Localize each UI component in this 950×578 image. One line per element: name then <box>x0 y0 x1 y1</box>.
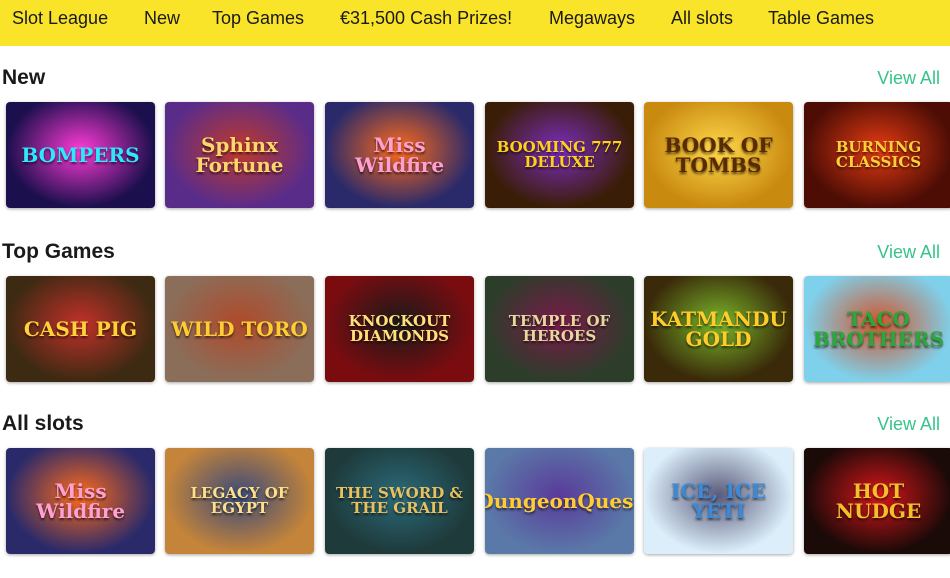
game-title: Miss Wildfire <box>35 479 126 523</box>
game-title: BOMPERS <box>21 143 140 167</box>
section-title: New <box>2 66 46 89</box>
game-tile[interactable]: KNOCKOUT DIAMONDS <box>325 276 474 382</box>
top-navigation-bar: Slot League New Top Games €31,500 Cash Priz… <box>0 0 950 46</box>
game-title: HOT NUDGE <box>835 479 922 523</box>
game-title: THE SWORD & THE GRAIL <box>336 484 463 517</box>
game-title: WILD TORO <box>171 317 308 341</box>
game-tile[interactable]: KATMANDU GOLD <box>644 276 793 382</box>
game-tile[interactable]: BOOK OF TOMBS <box>644 102 793 208</box>
view-all-link[interactable]: View All <box>877 414 940 435</box>
game-title: BOOK OF TOMBS <box>664 133 773 177</box>
nav-item-31-500-cash-prizes[interactable]: €31,500 Cash Prizes! <box>340 8 512 29</box>
nav-item-top-games[interactable]: Top Games <box>212 8 304 29</box>
game-tile[interactable]: BOOMING 777 DELUXE <box>485 102 634 208</box>
game-title: CASH PIG <box>23 317 138 341</box>
game-title: Miss Wildfire <box>354 133 445 177</box>
game-title: LEGACY OF EGYPT <box>190 484 289 517</box>
nav-item-megaways[interactable]: Megaways <box>549 8 635 29</box>
game-tile[interactable]: Sphinx Fortune <box>165 102 314 208</box>
game-tile[interactable]: THE SWORD & THE GRAIL <box>325 448 474 554</box>
game-tile[interactable]: TEMPLE OF HEROES <box>485 276 634 382</box>
game-tile[interactable]: Miss Wildfire <box>325 102 474 208</box>
nav-item-table-games[interactable]: Table Games <box>768 8 874 29</box>
game-tile[interactable]: BOMPERS <box>6 102 155 208</box>
game-tile[interactable]: WILD TORO <box>165 276 314 382</box>
game-tile[interactable]: HOT NUDGE <box>804 448 950 554</box>
game-tile[interactable]: ICE, ICE YETI <box>644 448 793 554</box>
game-title: BOOMING 777 DELUXE <box>496 138 623 171</box>
game-tile[interactable]: LEGACY OF EGYPT <box>165 448 314 554</box>
nav-item-new[interactable]: New <box>144 8 180 29</box>
game-tile[interactable]: DungeonQuest <box>485 448 634 554</box>
game-tile[interactable]: BURNING CLASSICS <box>804 102 950 208</box>
game-title: KNOCKOUT DIAMONDS <box>348 312 451 345</box>
game-title: DungeonQuest <box>485 489 634 513</box>
nav-item-all-slots[interactable]: All slots <box>671 8 733 29</box>
game-title: TEMPLE OF HEROES <box>508 312 611 345</box>
game-tile[interactable]: CASH PIG <box>6 276 155 382</box>
game-title: ICE, ICE YETI <box>671 479 766 523</box>
game-tile[interactable]: TACO BROTHERS <box>804 276 950 382</box>
section-title: All slots <box>2 412 84 435</box>
view-all-link[interactable]: View All <box>877 68 940 89</box>
game-title: TACO BROTHERS <box>812 307 945 351</box>
section-title: Top Games <box>2 240 115 263</box>
game-title: Sphinx Fortune <box>195 133 284 177</box>
game-title: KATMANDU GOLD <box>650 307 787 351</box>
view-all-link[interactable]: View All <box>877 242 940 263</box>
game-tile[interactable]: Miss Wildfire <box>6 448 155 554</box>
nav-item-slot-league[interactable]: Slot League <box>12 8 108 29</box>
game-title: BURNING CLASSICS <box>835 138 922 171</box>
